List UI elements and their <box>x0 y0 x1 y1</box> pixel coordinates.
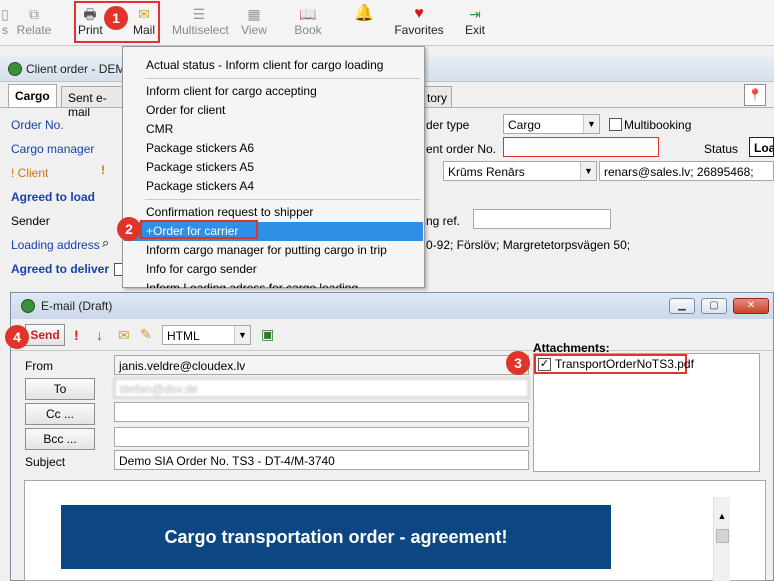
close-button[interactable]: ✕ <box>733 298 769 314</box>
bcc-button[interactable]: Bcc ... <box>25 428 95 450</box>
multibooking-label: Multibooking <box>624 118 692 132</box>
body-scrollbar[interactable]: ▲ <box>713 497 730 581</box>
tab-sent-email[interactable]: Sent e-mail <box>61 86 123 119</box>
maximize-button[interactable]: ▢ <box>701 298 727 314</box>
menu-item-stickers-a6[interactable]: Package stickers A6 <box>124 139 423 158</box>
map-pin-button[interactable]: 📍 <box>744 84 766 106</box>
email-banner: Cargo transportation order - agreement! <box>61 505 611 569</box>
mail-templates-menu: Actual status - Inform client for cargo … <box>122 46 425 288</box>
multiselect-button[interactable]: ☰ Multiselect <box>172 4 229 42</box>
client-order-title: Client order - DEM <box>26 62 126 76</box>
loading-address-label: Loading address <box>11 238 100 252</box>
agreed-to-load-label: Agreed to load <box>11 190 96 204</box>
menu-item-inform-loading-address[interactable]: Inform Loading adress for cargo loading <box>124 279 423 288</box>
order-no-label: Order No. <box>11 118 64 132</box>
app-icon <box>8 62 22 76</box>
contact-select[interactable]: Krūms Renārs ▼ <box>443 161 597 181</box>
signature-icon[interactable]: ✎ <box>140 326 152 343</box>
map-pin-icon: 📍 <box>747 88 763 102</box>
app-icon <box>21 299 35 313</box>
from-field: janis.veldre@cloudex.lv <box>114 355 529 375</box>
email-titlebar: E-mail (Draft) ▁ ▢ ✕ <box>11 293 773 319</box>
menu-item-cmr[interactable]: CMR <box>124 120 423 139</box>
tab-cargo[interactable]: Cargo <box>8 84 57 108</box>
exit-door-icon: ⇥ <box>469 6 481 22</box>
attachment-checkbox[interactable]: ✓ <box>538 358 551 371</box>
menu-item-order-for-client[interactable]: Order for client <box>124 101 423 120</box>
chevron-down-icon: ▼ <box>580 162 596 180</box>
email-toolbar-divider <box>11 350 773 351</box>
ref-label: ng ref. <box>426 214 461 228</box>
menu-item-inform-cargo-manager[interactable]: Inform cargo manager for putting cargo i… <box>124 241 423 260</box>
contact-info-field: renars@sales.lv; 26895468; <box>599 161 774 181</box>
toolbar-prev-fragment: ▯ s <box>1 6 9 37</box>
chevron-down-icon: ▼ <box>234 326 250 344</box>
to-field[interactable]: stefan@dsv.de <box>114 378 529 398</box>
menu-item-actual-status[interactable]: Actual status - Inform client for cargo … <box>124 56 423 75</box>
step-badge-4: 4 <box>5 325 29 349</box>
subject-label: Subject <box>25 455 66 469</box>
client-order-no-input[interactable] <box>503 137 659 157</box>
notifications-button[interactable]: 🔔 <box>354 4 374 42</box>
agreed-to-deliver-label: Agreed to deliver <box>11 262 110 276</box>
exit-button[interactable]: ⇥ Exit <box>462 4 488 42</box>
cargo-manager-label: Cargo manager <box>11 142 95 156</box>
order-type-select[interactable]: Cargo ▼ <box>503 114 600 134</box>
cc-button[interactable]: Cc ... <box>25 403 95 425</box>
menu-item-inform-client-accepting[interactable]: Inform client for cargo accepting <box>124 82 423 101</box>
format-select[interactable]: HTML ▼ <box>162 325 251 345</box>
menu-separator <box>145 199 421 200</box>
from-label: From <box>25 359 53 373</box>
step-badge-2: 2 <box>117 217 141 241</box>
view-button[interactable]: ▦ View <box>240 4 268 42</box>
ref-input[interactable] <box>473 209 611 229</box>
favorites-button[interactable]: ♥ Favorites <box>394 4 444 42</box>
email-window-title: E-mail (Draft) <box>41 299 113 313</box>
search-icon[interactable]: ⌕ <box>102 235 109 251</box>
status-field: Loa <box>749 137 774 157</box>
multibooking-checkbox[interactable] <box>609 118 622 131</box>
relate-icon: ⧉ <box>29 6 39 22</box>
book-button[interactable]: 📖 Book <box>294 4 322 42</box>
attachment-filename[interactable]: TransportOrderNoTS3.pdf <box>555 357 694 371</box>
minimize-button[interactable]: ▁ <box>669 298 695 314</box>
low-priority-icon[interactable]: ↓ <box>96 327 103 343</box>
sender-label: Sender <box>11 214 50 228</box>
to-button[interactable]: To <box>25 378 95 400</box>
book-icon: 📖 <box>299 6 317 22</box>
save-icon[interactable]: ▣ <box>261 326 274 343</box>
status-label: Status <box>704 142 739 156</box>
required-icon: ! <box>101 163 105 177</box>
heart-icon: ♥ <box>414 5 424 22</box>
menu-item-stickers-a4[interactable]: Package stickers A4 <box>124 177 423 196</box>
multiselect-icon: ☰ <box>192 6 206 22</box>
chevron-down-icon: ▼ <box>583 115 599 133</box>
client-label: ! Client <box>11 166 49 180</box>
client-order-no-label: ent order No. <box>426 142 497 156</box>
menu-item-info-cargo-sender[interactable]: Info for cargo sender <box>124 260 423 279</box>
menu-separator <box>145 78 421 79</box>
calendar-icon: ▦ <box>247 6 261 22</box>
bell-icon: 🔔 <box>354 5 374 22</box>
cc-field[interactable] <box>114 402 529 422</box>
scroll-up-icon[interactable]: ▲ <box>714 511 730 521</box>
menu-item-stickers-a5[interactable]: Package stickers A5 <box>124 158 423 177</box>
send-button[interactable]: Send <box>25 324 65 346</box>
subject-field[interactable]: Demo SIA Order No. TS3 - DT-4/M-3740 <box>114 450 529 470</box>
bcc-field[interactable] <box>114 427 529 447</box>
address-value: 0-92; Förslöv; Margretetorpsvägen 50; <box>426 238 631 252</box>
high-priority-icon[interactable]: ! <box>74 327 79 343</box>
relate-button[interactable]: ⧉ Relate <box>16 4 52 42</box>
step-badge-3: 3 <box>506 351 530 375</box>
scroll-thumb[interactable] <box>715 529 729 543</box>
read-receipt-icon[interactable]: ✉ <box>118 327 130 344</box>
order-type-label: der type <box>426 118 470 132</box>
step-badge-1: 1 <box>104 6 128 30</box>
order-for-carrier-highlight <box>140 220 258 239</box>
